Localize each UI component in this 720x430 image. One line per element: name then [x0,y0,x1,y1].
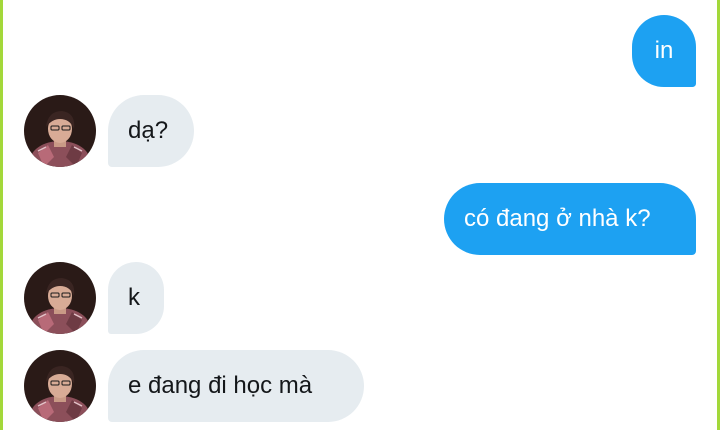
message-bubble-outgoing[interactable]: có đang ở nhà k? [444,183,696,255]
contact-avatar[interactable] [24,262,96,334]
contact-avatar[interactable] [24,350,96,422]
avatar-photo-icon [24,350,96,422]
message-bubble-incoming[interactable]: k [108,262,164,334]
chat-conversation: in dạ? có đang ở nhà k? k e đang đi học … [0,0,720,430]
contact-avatar[interactable] [24,95,96,167]
avatar-photo-icon [24,95,96,167]
message-bubble-incoming[interactable]: dạ? [108,95,194,167]
message-bubble-incoming[interactable]: e đang đi học mà [108,350,364,422]
message-bubble-outgoing[interactable]: in [632,15,696,87]
avatar-photo-icon [24,262,96,334]
